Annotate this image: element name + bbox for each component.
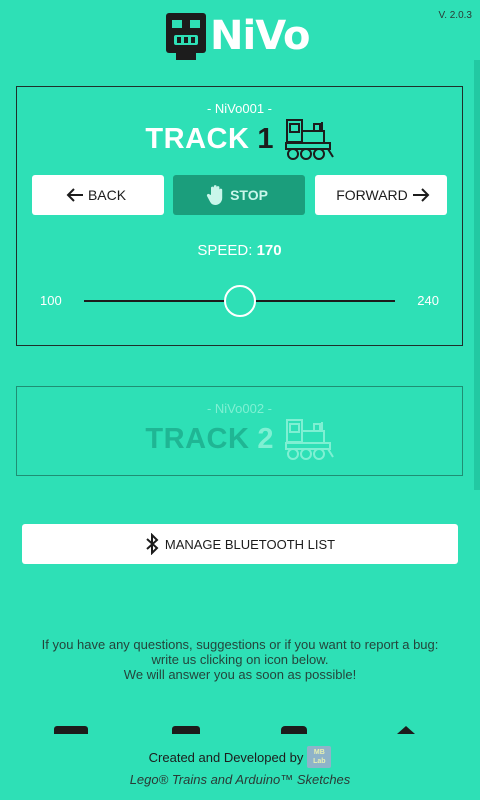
- bluetooth-icon: [146, 533, 159, 555]
- created-by: Created and Developed by MB Lab: [0, 746, 480, 768]
- info-line-2: write us clicking on icon below.: [151, 652, 329, 667]
- robot-logo-icon: [166, 13, 206, 60]
- back-label: BACK: [87, 187, 127, 203]
- track-number: 2: [257, 422, 274, 455]
- scrollbar[interactable]: [474, 60, 480, 490]
- track-title: TRACK 2: [17, 417, 462, 461]
- train-icon: [284, 119, 334, 160]
- info-line-3: We will answer you as soon as possible!: [123, 667, 357, 682]
- track-title-word: TRACK: [145, 122, 250, 155]
- stop-label: STOP: [230, 187, 268, 203]
- manage-bluetooth-label: MANAGE BLUETOOTH LIST: [164, 536, 336, 552]
- device-name: - NiVo002 -: [206, 401, 273, 416]
- speed-readout: SPEED: 170: [17, 242, 462, 259]
- facebook-icon[interactable]: [281, 726, 307, 734]
- app-root: NiVo V. 2.0.3 - NiVo001 - TRACK 1 BACK S…: [0, 0, 480, 800]
- manage-bluetooth-button[interactable]: MANAGE BLUETOOTH LIST: [22, 524, 458, 564]
- app-name: NiVo: [210, 13, 310, 59]
- track-controls: BACK STOP FORWARD: [32, 175, 447, 215]
- phone-icon[interactable]: [172, 726, 200, 734]
- track-card-1: - NiVo001 - TRACK 1 BACK STOP FORWARD SP…: [16, 86, 463, 346]
- footer-subtitle: Lego® Trains and Arduino™ Sketches: [129, 772, 351, 787]
- device-name: - NiVo001 -: [206, 101, 273, 116]
- forward-button[interactable]: FORWARD: [315, 175, 447, 215]
- track-title: TRACK 1: [17, 117, 462, 161]
- track-number: 1: [257, 122, 274, 155]
- created-label: Created and Developed by: [148, 749, 304, 765]
- version-label: V. 2.0.3: [438, 10, 472, 21]
- track-title-word: TRACK: [145, 422, 250, 455]
- mail-icon[interactable]: [54, 726, 88, 734]
- slider-thumb[interactable]: [223, 285, 256, 317]
- speed-label: SPEED:: [197, 242, 253, 259]
- slider-min-label: 100: [40, 293, 62, 308]
- hand-stop-icon: [206, 185, 223, 205]
- developer-logo[interactable]: MB Lab: [307, 746, 332, 768]
- app-logo: NiVo: [164, 10, 310, 62]
- arrow-right-icon: [412, 188, 430, 202]
- badge-top: MB: [313, 749, 325, 756]
- contact-info: If you have any questions, suggestions o…: [16, 637, 464, 682]
- train-icon: [284, 419, 334, 460]
- footer: Created and Developed by MB Lab Lego® Tr…: [0, 746, 480, 787]
- scroll-up-icon[interactable]: [397, 726, 415, 734]
- forward-label: FORWARD: [336, 187, 408, 203]
- slider-max-label: 240: [417, 293, 439, 308]
- speed-slider[interactable]: 100 240: [17, 285, 462, 317]
- speed-value: 170: [256, 242, 282, 259]
- stop-button[interactable]: STOP: [173, 175, 305, 215]
- back-button[interactable]: BACK: [32, 175, 164, 215]
- contact-icons-row: [0, 722, 480, 734]
- badge-bottom: Lab: [313, 758, 326, 765]
- header: NiVo V. 2.0.3: [0, 0, 480, 70]
- info-line-1: If you have any questions, suggestions o…: [41, 637, 439, 652]
- arrow-left-icon: [66, 188, 83, 202]
- track-card-2[interactable]: - NiVo002 - TRACK 2: [16, 386, 463, 476]
